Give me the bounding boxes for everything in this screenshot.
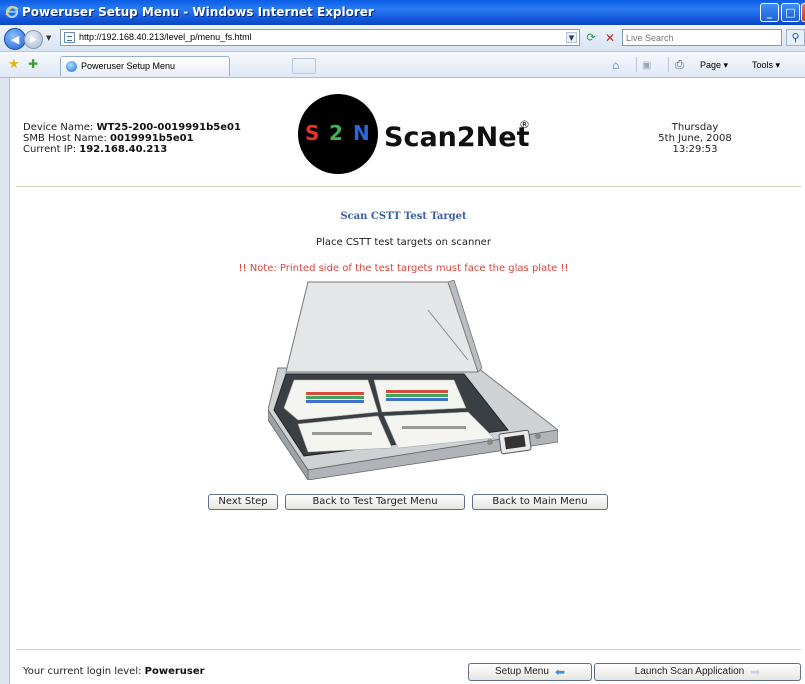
page-menu[interactable]: Page ▾ <box>700 58 728 72</box>
address-url[interactable]: http://192.168.40.213/level_p/menu_fs.ht… <box>79 32 252 42</box>
login-level-value: Poweruser <box>144 666 205 677</box>
search-input[interactable] <box>626 31 776 44</box>
toolbar-separator <box>668 57 669 72</box>
new-tab-button[interactable] <box>292 58 316 74</box>
device-name-line: Device Name: WT25-200-0019991b5e01 <box>23 122 241 133</box>
tab-label: Poweruser Setup Menu <box>81 61 176 71</box>
instruction-text: Place CSTT test targets on scanner <box>316 237 491 248</box>
page-menu-label: Page <box>700 60 722 70</box>
page-title: Scan CSTT Test Target <box>340 211 467 222</box>
address-toolbar: ◀ ▶ ▼ http://192.168.40.213/level_p/menu… <box>0 25 805 52</box>
back-to-test-target-menu-button[interactable]: Back to Test Target Menu <box>285 494 465 510</box>
warning-note: !! Note: Printed side of the test target… <box>238 263 569 274</box>
logo-letter-s: S <box>305 121 319 145</box>
tools-menu[interactable]: Tools ▾ <box>752 58 780 72</box>
add-favorites-icon[interactable]: ✚ <box>28 57 38 71</box>
window-title: Poweruser Setup Menu - Windows Internet … <box>22 5 374 19</box>
frame-left-border <box>0 78 10 684</box>
current-ip-label: Current IP: <box>23 144 77 155</box>
logo-letter-2: 2 <box>329 121 343 145</box>
minimize-icon: _ <box>766 6 773 19</box>
home-icon[interactable]: ⌂ <box>612 58 619 72</box>
current-ip-line: Current IP: 192.168.40.213 <box>23 144 241 155</box>
search-icon[interactable]: ⚲ <box>786 29 805 46</box>
device-name-label: Device Name: <box>23 122 94 133</box>
minimize-button[interactable]: _ <box>760 3 779 22</box>
ie-logo-icon <box>5 5 19 19</box>
logo-text: Scan2Net <box>384 122 530 153</box>
toolbar-separator <box>636 57 637 72</box>
arrow-right-icon: ➡ <box>750 665 761 679</box>
scanner-illustration-icon <box>268 280 558 480</box>
smb-host-line: SMB Host Name: 0019991b5e01 <box>23 133 241 144</box>
login-level: Your current login level: Poweruser <box>23 666 205 677</box>
scan2net-logo: S 2 N Scan2Net ® <box>298 94 538 174</box>
setup-menu-button[interactable]: Setup Menu ⬅ <box>468 663 592 681</box>
close-button[interactable] <box>801 3 805 22</box>
window-titlebar: Poweruser Setup Menu - Windows Internet … <box>0 0 805 25</box>
login-level-label: Your current login level: <box>23 666 142 677</box>
tab-poweruser-setup-menu[interactable]: Poweruser Setup Menu <box>60 56 230 76</box>
stop-icon[interactable]: ✕ <box>602 30 618 46</box>
time: 13:29:53 <box>672 144 718 155</box>
refresh-icon[interactable]: ⟳ <box>583 30 599 46</box>
footer-divider <box>16 649 801 650</box>
weekday: Thursday <box>671 122 719 133</box>
maximize-icon: □ <box>785 6 796 19</box>
page-icon <box>64 32 75 43</box>
tab-toolbar: ★ ✚ Poweruser Setup Menu ⌂ ▣ ⎙ Page ▾ To… <box>0 52 805 78</box>
current-ip-value: 192.168.40.213 <box>79 144 168 155</box>
launch-scan-application-button[interactable]: Launch Scan Application ➡ <box>594 663 801 681</box>
smb-host-value: 0019991b5e01 <box>110 133 194 144</box>
logo-letter-n: N <box>353 121 370 145</box>
page-content: Device Name: WT25-200-0019991b5e01 SMB H… <box>10 78 805 684</box>
tools-menu-label: Tools <box>752 60 774 70</box>
back-button[interactable]: ◀ <box>4 28 26 50</box>
address-dropdown[interactable]: ▼ <box>566 32 577 43</box>
date: 5th June, 2008 <box>658 133 732 144</box>
recent-pages-dropdown[interactable]: ▼ <box>46 34 51 42</box>
forward-arrow-icon: ▶ <box>30 34 37 45</box>
date-time: Thursday 5th June, 2008 13:29:53 <box>630 122 760 155</box>
maximize-button[interactable]: □ <box>781 3 800 22</box>
device-name-value: WT25-200-0019991b5e01 <box>96 122 241 133</box>
address-bar[interactable]: http://192.168.40.213/level_p/menu_fs.ht… <box>60 29 580 46</box>
print-icon[interactable]: ⎙ <box>675 58 684 72</box>
launch-scan-application-label: Launch Scan Application <box>634 666 745 677</box>
forward-button[interactable]: ▶ <box>24 30 43 49</box>
device-info: Device Name: WT25-200-0019991b5e01 SMB H… <box>23 122 241 155</box>
setup-menu-label: Setup Menu <box>495 666 549 677</box>
smb-host-label: SMB Host Name: <box>23 133 107 144</box>
tab-page-icon <box>66 61 77 72</box>
back-to-main-menu-button[interactable]: Back to Main Menu <box>472 494 608 510</box>
next-step-button[interactable]: Next Step <box>208 494 278 510</box>
search-box[interactable] <box>622 29 782 46</box>
logo-registered-mark: ® <box>519 118 530 131</box>
feeds-icon[interactable]: ▣ <box>642 58 651 72</box>
favorites-star-icon[interactable]: ★ <box>8 57 20 72</box>
arrow-left-icon: ⬅ <box>554 665 565 679</box>
header-divider <box>16 186 801 187</box>
back-arrow-icon: ◀ <box>10 32 20 46</box>
